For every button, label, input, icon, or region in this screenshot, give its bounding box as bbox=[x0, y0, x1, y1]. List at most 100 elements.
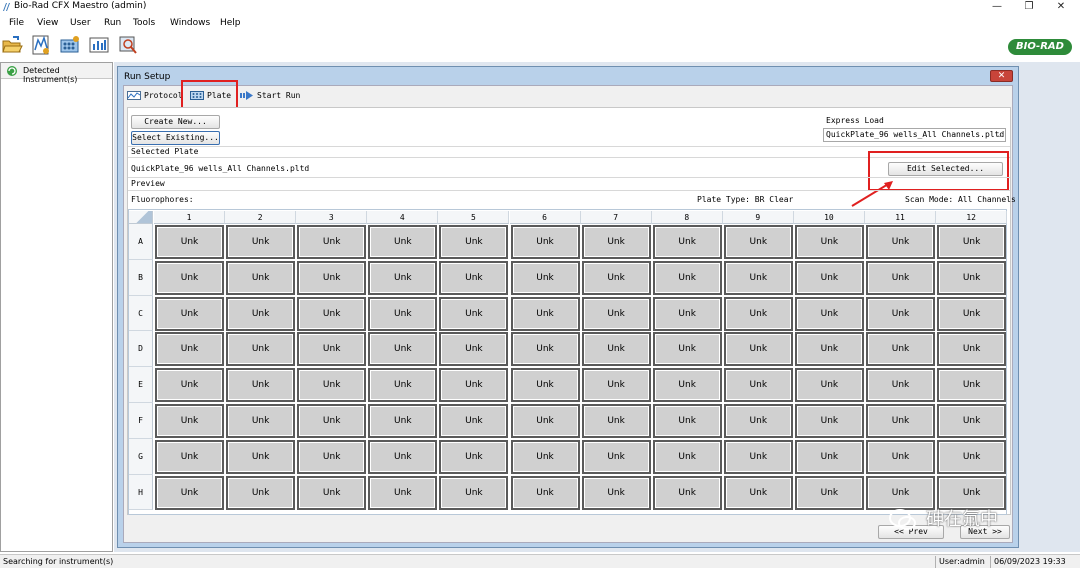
refresh-icon[interactable] bbox=[6, 65, 18, 77]
row-header[interactable]: C bbox=[129, 295, 153, 332]
plate-well[interactable]: Unk bbox=[652, 404, 722, 438]
plate-well[interactable]: Unk bbox=[510, 368, 580, 403]
detected-instruments-header[interactable]: Detected Instrument(s) bbox=[1, 63, 112, 84]
plate-well[interactable]: Unk bbox=[226, 475, 296, 510]
menu-file[interactable]: File bbox=[9, 16, 24, 30]
plate-well[interactable]: Unk bbox=[794, 296, 864, 331]
plate-well[interactable]: Unk bbox=[937, 296, 1007, 331]
new-protocol-icon[interactable] bbox=[30, 34, 52, 56]
tab-protocol[interactable]: Protocol bbox=[127, 88, 183, 104]
column-header[interactable]: 1 bbox=[154, 211, 226, 224]
search-report-icon[interactable] bbox=[117, 34, 139, 56]
plate-well[interactable]: Unk bbox=[368, 439, 438, 474]
plate-well[interactable]: Unk bbox=[510, 260, 580, 295]
plate-well[interactable]: Unk bbox=[652, 368, 722, 403]
plate-well[interactable]: Unk bbox=[155, 260, 224, 295]
plate-well[interactable]: Unk bbox=[723, 439, 793, 474]
plate-well[interactable]: Unk bbox=[937, 332, 1007, 367]
select-existing-button[interactable]: Select Existing... bbox=[131, 131, 220, 145]
plate-well[interactable]: Unk bbox=[581, 404, 651, 438]
column-header[interactable]: 10 bbox=[793, 211, 865, 224]
column-header[interactable]: 9 bbox=[722, 211, 794, 224]
open-folder-icon[interactable] bbox=[1, 34, 23, 56]
plate-well[interactable]: Unk bbox=[226, 332, 296, 367]
column-header[interactable]: 2 bbox=[225, 211, 297, 224]
plate-well[interactable]: Unk bbox=[794, 260, 864, 295]
plate-well[interactable]: Unk bbox=[368, 260, 438, 295]
plate-well[interactable]: Unk bbox=[723, 404, 793, 438]
plate-well[interactable]: Unk bbox=[510, 439, 580, 474]
plate-well[interactable]: Unk bbox=[581, 296, 651, 331]
menu-tools[interactable]: Tools bbox=[133, 16, 155, 30]
plate-well[interactable]: Unk bbox=[439, 368, 509, 403]
close-button[interactable]: ✕ bbox=[1046, 0, 1076, 14]
plate-well[interactable]: Unk bbox=[155, 439, 224, 474]
plate-well[interactable]: Unk bbox=[866, 439, 935, 474]
column-header[interactable]: 8 bbox=[651, 211, 723, 224]
plate-well[interactable]: Unk bbox=[937, 260, 1007, 295]
plate-well[interactable]: Unk bbox=[723, 296, 793, 331]
plate-well[interactable]: Unk bbox=[297, 475, 367, 510]
plate-well[interactable]: Unk bbox=[297, 296, 367, 331]
plate-well[interactable]: Unk bbox=[723, 260, 793, 295]
plate-well[interactable]: Unk bbox=[866, 404, 935, 438]
column-header[interactable]: 7 bbox=[580, 211, 652, 224]
plate-well[interactable]: Unk bbox=[510, 475, 580, 510]
plate-well[interactable]: Unk bbox=[794, 404, 864, 438]
row-header[interactable]: H bbox=[129, 474, 153, 511]
plate-well[interactable]: Unk bbox=[652, 439, 722, 474]
plate-well[interactable]: Unk bbox=[794, 368, 864, 403]
plate-well[interactable]: Unk bbox=[581, 260, 651, 295]
plate-well[interactable]: Unk bbox=[723, 225, 793, 259]
row-header[interactable]: G bbox=[129, 438, 153, 475]
plate-well[interactable]: Unk bbox=[794, 475, 864, 510]
run-setup-close-button[interactable]: ✕ bbox=[990, 70, 1013, 82]
express-load-select[interactable]: QuickPlate_96 wells_All Channels.pltd ⌵ bbox=[823, 128, 1006, 142]
plate-well[interactable]: Unk bbox=[297, 439, 367, 474]
row-header[interactable]: B bbox=[129, 259, 153, 296]
menu-view[interactable]: View bbox=[37, 16, 58, 30]
plate-well[interactable]: Unk bbox=[297, 260, 367, 295]
plate-well[interactable]: Unk bbox=[510, 225, 580, 259]
plate-well[interactable]: Unk bbox=[723, 475, 793, 510]
plate-well[interactable]: Unk bbox=[439, 225, 509, 259]
plate-well[interactable]: Unk bbox=[439, 332, 509, 367]
minimize-button[interactable]: — bbox=[982, 0, 1012, 14]
plate-well[interactable]: Unk bbox=[155, 332, 224, 367]
plate-well[interactable]: Unk bbox=[155, 368, 224, 403]
menu-windows[interactable]: Windows bbox=[170, 16, 210, 30]
plate-well[interactable]: Unk bbox=[226, 439, 296, 474]
plate-well[interactable]: Unk bbox=[510, 296, 580, 331]
plate-well[interactable]: Unk bbox=[937, 404, 1007, 438]
plate-well[interactable]: Unk bbox=[368, 296, 438, 331]
plate-well[interactable]: Unk bbox=[297, 404, 367, 438]
plate-well[interactable]: Unk bbox=[155, 475, 224, 510]
column-header[interactable]: 12 bbox=[936, 211, 1008, 224]
restore-button[interactable]: ❐ bbox=[1014, 0, 1044, 14]
plate-well[interactable]: Unk bbox=[297, 368, 367, 403]
plate-well[interactable]: Unk bbox=[226, 368, 296, 403]
plate-well[interactable]: Unk bbox=[226, 404, 296, 438]
plate-well[interactable]: Unk bbox=[794, 332, 864, 367]
plate-well[interactable]: Unk bbox=[439, 260, 509, 295]
plate-well[interactable]: Unk bbox=[297, 225, 367, 259]
plate-well[interactable]: Unk bbox=[439, 296, 509, 331]
plate-well[interactable]: Unk bbox=[723, 332, 793, 367]
plate-well[interactable]: Unk bbox=[155, 296, 224, 331]
plate-well[interactable]: Unk bbox=[439, 404, 509, 438]
column-header[interactable]: 6 bbox=[509, 211, 581, 224]
plate-corner-select-all[interactable] bbox=[129, 211, 153, 224]
column-header[interactable]: 4 bbox=[367, 211, 439, 224]
menu-user[interactable]: User bbox=[70, 16, 91, 30]
plate-well[interactable]: Unk bbox=[652, 475, 722, 510]
column-header[interactable]: 5 bbox=[438, 211, 510, 224]
plate-well[interactable]: Unk bbox=[368, 332, 438, 367]
plate-well[interactable]: Unk bbox=[368, 368, 438, 403]
create-new-button[interactable]: Create New... bbox=[131, 115, 220, 129]
plate-well[interactable]: Unk bbox=[510, 332, 580, 367]
new-plate-icon[interactable] bbox=[59, 34, 81, 56]
plate-well[interactable]: Unk bbox=[439, 475, 509, 510]
menu-run[interactable]: Run bbox=[104, 16, 121, 30]
plate-well[interactable]: Unk bbox=[866, 332, 935, 367]
row-header[interactable]: A bbox=[129, 224, 153, 260]
